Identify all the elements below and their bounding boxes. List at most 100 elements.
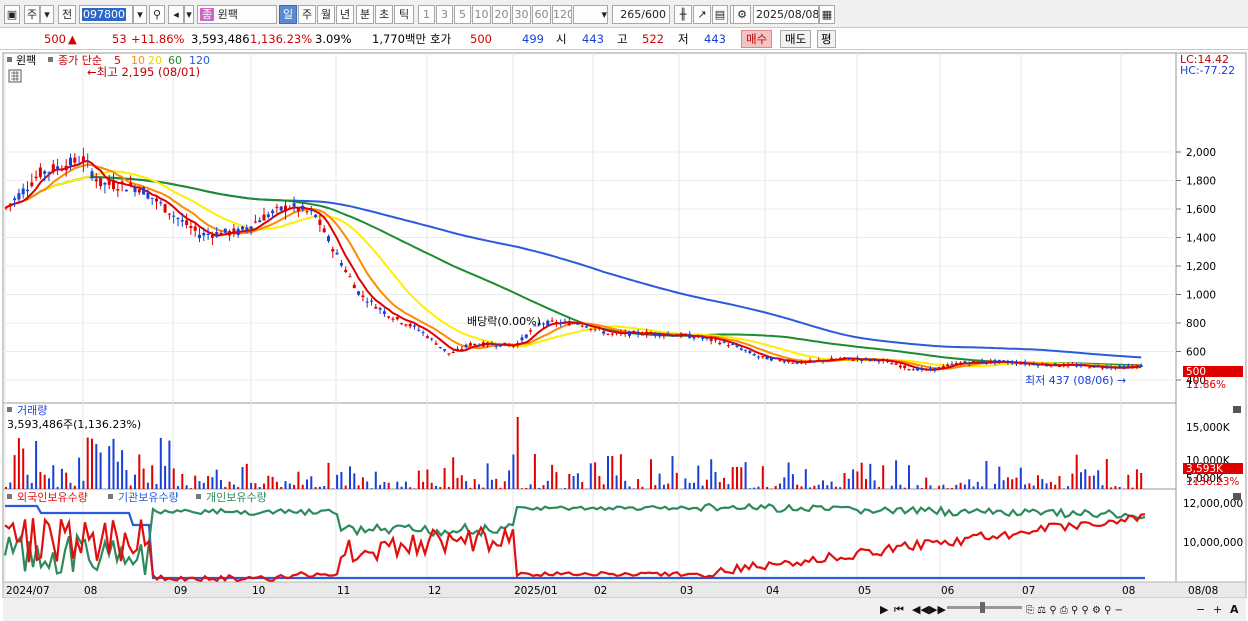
market-dropdown-icon[interactable]: ▾ xyxy=(40,5,54,24)
volume-bar xyxy=(869,463,872,489)
interval-60[interactable]: 60 xyxy=(532,5,551,24)
candle-type-icon[interactable]: ╫ xyxy=(674,5,692,24)
candle-body xyxy=(271,210,275,214)
scroll-next-icon[interactable]: ▶▶ xyxy=(929,603,946,616)
x-axis-label: 2025/01 xyxy=(514,585,558,597)
candle-body xyxy=(77,163,81,165)
candle-body xyxy=(94,179,98,182)
volume-bar xyxy=(288,483,291,489)
volume-bar xyxy=(650,459,652,489)
stock-code-input[interactable]: 097800 xyxy=(82,8,126,21)
candle-body xyxy=(1126,365,1130,367)
indicator-icon[interactable]: ↗ xyxy=(693,5,711,24)
interval-1[interactable]: 1 xyxy=(418,5,435,24)
tab-second[interactable]: 초 xyxy=(375,5,393,24)
volume-bar xyxy=(589,463,592,489)
candle-body xyxy=(486,342,490,346)
interval-dropdown[interactable]: ▾ xyxy=(573,5,608,24)
interval-20[interactable]: 20 xyxy=(492,5,511,24)
candle-body xyxy=(1023,361,1027,365)
pane-maximize-icon[interactable] xyxy=(1233,406,1241,413)
search-icon[interactable]: ⚲ xyxy=(149,5,165,24)
volume-bar xyxy=(1006,477,1009,489)
scroll-first-icon[interactable]: ⏮ xyxy=(894,603,904,616)
turnover-rate: 3.09% xyxy=(315,32,352,46)
candle-body xyxy=(606,333,610,335)
candle-body xyxy=(894,363,898,365)
prev-button[interactable]: 전 xyxy=(58,5,76,24)
volume-bar xyxy=(43,474,46,489)
candle-body xyxy=(417,329,421,331)
speaker-icon[interactable]: ◂ xyxy=(168,5,184,24)
volume-bar xyxy=(1024,484,1027,489)
tab-yearly[interactable]: 년 xyxy=(336,5,354,24)
volume-bar xyxy=(301,484,304,489)
candle-body xyxy=(103,182,107,185)
price-pane[interactable] xyxy=(2,52,1177,404)
tab-weekly[interactable]: 주 xyxy=(298,5,316,24)
market-button[interactable]: 주 xyxy=(24,5,40,24)
candle-body xyxy=(99,178,103,187)
candle-body xyxy=(1053,363,1057,366)
tab-tick[interactable]: 틱 xyxy=(394,5,414,24)
date-field[interactable]: 2025/08/08 xyxy=(753,5,819,24)
volume-bar xyxy=(951,488,953,489)
font-size-icon[interactable]: A xyxy=(1230,603,1239,616)
save-icon[interactable]: ▤ xyxy=(712,5,728,24)
interval-30[interactable]: 30 xyxy=(512,5,531,24)
interval-10[interactable]: 10 xyxy=(472,5,491,24)
last-pct-tag: 11.86% xyxy=(1186,379,1226,391)
layout-icon[interactable]: ▣ xyxy=(4,5,20,24)
chart-area[interactable]: 2,000 1,800 1,600 1,400 1,200 1,000 800 600 400 1… xyxy=(0,50,1248,621)
pane-icon xyxy=(48,57,53,62)
candle-body xyxy=(666,334,670,336)
volume-bar xyxy=(929,485,932,489)
volume-bar xyxy=(860,462,863,489)
scroll-right-icon[interactable]: ▶ xyxy=(880,603,889,616)
calendar-icon[interactable]: ▦ xyxy=(819,5,835,24)
zoom-slider-handle[interactable] xyxy=(980,602,985,613)
stock-chart-svg[interactable]: 2,0001,8001,6001,4001,2001,0008006004001… xyxy=(0,50,1248,621)
candle-body xyxy=(1019,363,1023,365)
candle-body xyxy=(370,300,373,302)
volume-bar xyxy=(675,472,678,489)
candle-body xyxy=(1109,366,1113,368)
interval-120[interactable]: 120 xyxy=(552,5,572,24)
tool-icons[interactable]: ⎘ ⚖ ⚲ ⎙ ⚲ ⚲ ⚙ ⚲ − xyxy=(1026,605,1123,616)
settings-icon[interactable]: ⚙ xyxy=(733,5,751,24)
volume-bar xyxy=(581,482,584,489)
tab-daily[interactable]: 일 xyxy=(279,5,297,24)
sell-button[interactable]: 매도 xyxy=(780,30,812,48)
tab-monthly[interactable]: 월 xyxy=(317,5,335,24)
candle-body xyxy=(1105,366,1109,369)
candle-body xyxy=(314,214,318,217)
interval-5[interactable]: 5 xyxy=(454,5,471,24)
buy-button[interactable]: 매수 xyxy=(741,30,773,48)
zoom-out-icon[interactable]: − xyxy=(1196,603,1205,616)
count-total: /600 xyxy=(641,8,666,21)
volume-bar xyxy=(125,470,128,489)
zoom-in-icon[interactable]: + xyxy=(1213,603,1222,616)
price-tick-label: 1,600 xyxy=(1186,204,1216,216)
code-dropdown-icon[interactable]: ▾ xyxy=(133,5,147,24)
scroll-prev-icon[interactable]: ◀◀ xyxy=(912,603,929,616)
volume-bar xyxy=(469,487,472,489)
count-field[interactable]: 265/600 xyxy=(612,5,670,24)
tab-minute[interactable]: 분 xyxy=(356,5,374,24)
eval-button[interactable]: 평 xyxy=(817,30,836,48)
candle-body xyxy=(413,325,416,327)
interval-3[interactable]: 3 xyxy=(436,5,453,24)
candle-body xyxy=(709,338,713,341)
pane-maximize-icon[interactable] xyxy=(1233,493,1241,500)
candle-body xyxy=(219,232,223,236)
volume-bar xyxy=(976,481,979,489)
stock-name-field[interactable]: 종 윈팩 xyxy=(197,5,277,24)
volume-bar xyxy=(228,481,231,489)
speaker-dropdown-icon[interactable]: ▾ xyxy=(184,5,194,24)
up-arrow-icon: ▲ xyxy=(68,32,77,46)
candle-body xyxy=(881,359,885,362)
volume-value-label: 3,593,486주(1,136.23%) xyxy=(7,418,141,431)
candle-body xyxy=(959,362,963,365)
candle-body xyxy=(843,357,846,359)
high-label: 고 xyxy=(617,32,628,46)
